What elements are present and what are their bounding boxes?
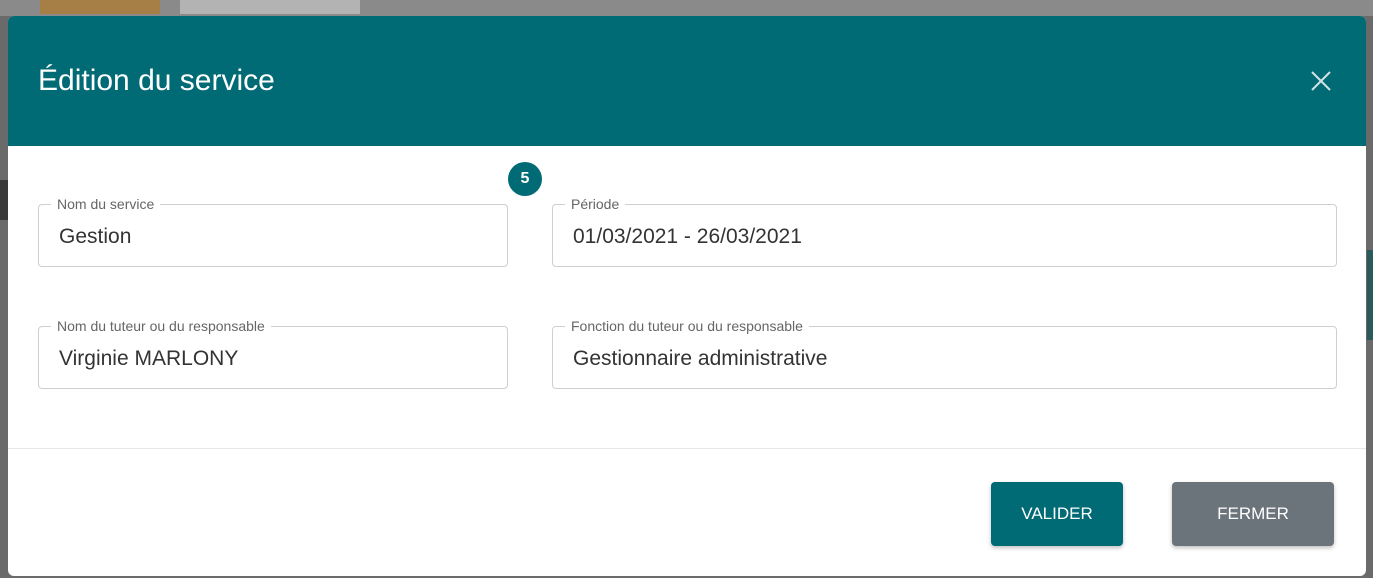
- service-name-label: Nom du service: [51, 196, 161, 212]
- tutor-name-field[interactable]: Nom du tuteur ou du responsable Virginie…: [38, 318, 508, 389]
- service-name-input[interactable]: Gestion: [59, 225, 433, 249]
- dialog-footer: VALIDER FERMER: [8, 449, 1366, 576]
- tutor-name-label: Nom du tuteur ou du responsable: [51, 318, 271, 334]
- close-dialog-button[interactable]: FERMER: [1172, 482, 1334, 546]
- step-badge: 5: [508, 162, 542, 196]
- period-field[interactable]: Période 01/03/2021 - 26/03/2021: [552, 196, 1337, 267]
- period-label: Période: [565, 196, 626, 212]
- close-button[interactable]: [1306, 66, 1336, 96]
- service-name-field[interactable]: Nom du service Gestion: [38, 196, 508, 267]
- edit-service-dialog: Édition du service 5 Nom du service Gest…: [8, 16, 1366, 576]
- close-icon: [1311, 71, 1331, 91]
- tutor-function-input[interactable]: Gestionnaire administrative: [573, 347, 1199, 371]
- tutor-name-input[interactable]: Virginie MARLONY: [59, 347, 433, 371]
- background-element: [1367, 250, 1373, 340]
- dialog-body: 5 Nom du service Gestion Période 01/03/2…: [8, 146, 1366, 448]
- validate-button[interactable]: VALIDER: [991, 482, 1123, 546]
- dialog-title: Édition du service: [38, 64, 275, 97]
- tutor-function-field[interactable]: Fonction du tuteur ou du responsable Ges…: [552, 318, 1337, 389]
- background-logo: [40, 0, 160, 14]
- tutor-function-label: Fonction du tuteur ou du responsable: [565, 318, 809, 334]
- background-element: [0, 180, 8, 220]
- period-input[interactable]: 01/03/2021 - 26/03/2021: [573, 225, 1199, 249]
- dialog-header: Édition du service: [8, 16, 1366, 146]
- background-logo-text: [180, 0, 360, 14]
